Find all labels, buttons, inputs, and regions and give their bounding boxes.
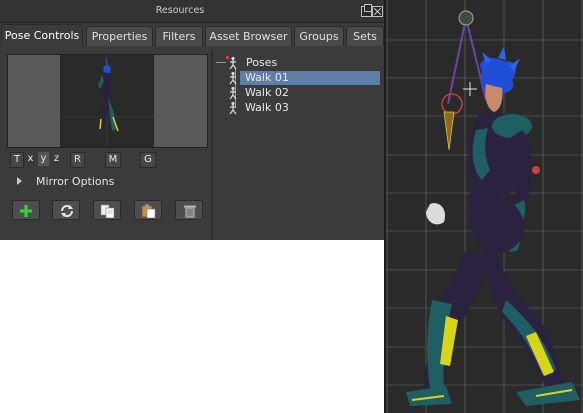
tree-node-poses[interactable]: Poses [226, 56, 380, 70]
tree-label-walk-02: Walk 02 [245, 86, 289, 99]
scene-canvas [386, 0, 583, 413]
pose-folder-icon [226, 56, 237, 70]
tree-item-walk-03[interactable]: Walk 03 [229, 101, 380, 115]
rotate-toggle[interactable]: R [70, 152, 85, 168]
tab-filters[interactable]: Filters [155, 26, 203, 46]
tree-collapse-line [216, 62, 226, 63]
tab-properties[interactable]: Properties [86, 26, 153, 46]
tree-label-walk-01: Walk 01 [245, 71, 289, 84]
pose-figure-icon [229, 71, 237, 85]
add-icon [20, 205, 32, 217]
tree-label-poses: Poses [246, 56, 278, 69]
pose-figure-icon [229, 101, 237, 115]
copy-button[interactable] [93, 200, 121, 220]
close-window-icon[interactable] [372, 6, 383, 17]
paste-icon [141, 204, 156, 218]
scene-viewport[interactable] [384, 0, 583, 413]
add-pose-button[interactable] [12, 200, 40, 220]
refresh-button[interactable] [52, 200, 80, 220]
tab-pose-controls[interactable]: Pose Controls [1, 24, 83, 46]
resources-panel: Resources Pose Controls Properties Filte… [0, 0, 384, 240]
paste-button[interactable] [134, 200, 162, 220]
axis-y-toggle[interactable]: y [38, 152, 49, 166]
expand-arrow-icon [17, 177, 22, 185]
preview-canvas [60, 55, 154, 147]
preview-figure [60, 55, 154, 147]
character-model [406, 46, 580, 406]
tab-groups[interactable]: Groups [294, 26, 344, 46]
tree-item-walk-01[interactable]: Walk 01 [229, 71, 380, 85]
tab-sets[interactable]: Sets [346, 26, 384, 46]
pose-figure-icon [229, 86, 237, 100]
pane-divider[interactable] [211, 50, 213, 240]
mirror-toggle[interactable]: M [105, 152, 121, 168]
trash-icon [184, 205, 196, 218]
mirror-options-label: Mirror Options [36, 175, 115, 188]
translate-toggle[interactable]: T [10, 152, 24, 168]
pose-preview[interactable] [7, 54, 208, 148]
tab-asset-browser[interactable]: Asset Browser [205, 26, 292, 46]
axis-z-toggle[interactable]: z [51, 152, 62, 166]
window-title: Resources [155, 5, 205, 16]
copy-icon [100, 204, 115, 218]
global-toggle[interactable]: G [140, 152, 156, 168]
tab-bar: Pose Controls Properties Filters Asset B… [0, 24, 384, 46]
title-bar: Resources [0, 0, 384, 23]
tree-item-walk-02[interactable]: Walk 02 [229, 86, 380, 100]
delete-button[interactable] [175, 200, 203, 220]
axis-x-toggle[interactable]: x [25, 152, 36, 166]
restore-window-icon[interactable] [361, 4, 372, 17]
refresh-icon [61, 205, 73, 217]
tree-label-walk-03: Walk 03 [245, 101, 289, 114]
